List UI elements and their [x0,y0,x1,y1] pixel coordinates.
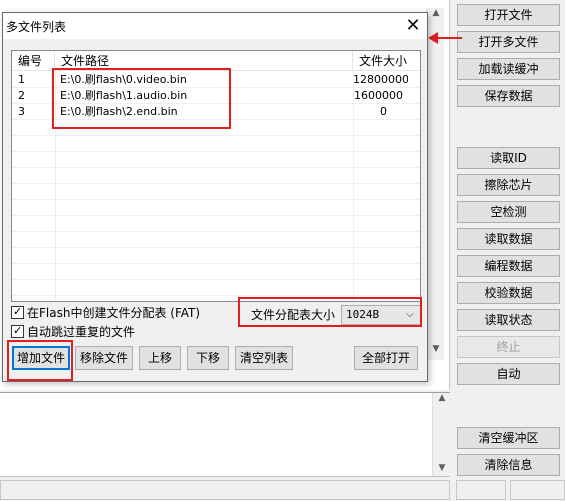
row-id: 3 [18,105,25,118]
annotation-arrow-icon [428,32,438,44]
row-id: 2 [18,89,25,102]
read-data-button[interactable]: 读取数据 [457,228,560,250]
scroll-down-icon[interactable]: ▼ [427,344,445,354]
fat-size-label: 文件分配表大小 [251,308,336,322]
row-size: 1600000 [354,89,403,102]
blank-check-button[interactable]: 空检测 [457,201,560,223]
read-status-button[interactable]: 读取状态 [457,309,560,331]
row-size: 0 [380,105,387,118]
table-row[interactable]: 1 E:\0.刷flash\0.video.bin 12800000 [12,72,420,88]
main-view-scrollbar[interactable]: ▲ ▼ [426,8,444,360]
table-row-empty [12,264,420,280]
move-down-button[interactable]: 下移 [187,346,229,370]
row-id: 1 [18,73,25,86]
table-row-empty [12,200,420,216]
open-all-button[interactable]: 全部打开 [354,346,418,370]
chevron-down-icon[interactable]: ⌵ [406,306,414,324]
checkbox-checked-icon[interactable] [11,303,24,321]
auto-button[interactable]: 自动 [457,363,560,385]
row-path: E:\0.刷flash\2.end.bin [60,105,178,118]
checkbox-checked-icon[interactable] [11,322,24,340]
table-row[interactable]: 2 E:\0.刷flash\1.audio.bin 1600000 [12,88,420,104]
program-data-button[interactable]: 编程数据 [457,255,560,277]
status-cell [510,480,565,500]
fat-size-select[interactable]: 1024B ⌵ [341,305,421,325]
fat-size-value: 1024B [346,308,380,321]
row-path: E:\0.刷flash\0.video.bin [60,73,187,86]
verify-data-button[interactable]: 校验数据 [457,282,560,304]
scroll-down-icon[interactable]: ▼ [433,463,451,473]
table-row-empty [12,184,420,200]
close-icon[interactable]: ✕ [401,14,425,38]
scroll-up-icon[interactable]: ▲ [427,8,445,18]
row-path: E:\0.刷flash\1.audio.bin [60,89,188,102]
skip-duplicates-label: 自动跳过重复的文件 [27,325,136,339]
clear-list-button[interactable]: 清空列表 [235,346,293,370]
table-row-empty [12,120,420,136]
erase-chip-button[interactable]: 擦除芯片 [457,174,560,196]
dialog-title: 多文件列表 [6,20,67,34]
scroll-up-icon[interactable]: ▲ [433,393,451,403]
save-data-button[interactable]: 保存数据 [457,85,560,107]
table-row-empty [12,232,420,248]
load-read-buffer-button[interactable]: 加载读缓冲 [457,58,560,80]
column-header-id[interactable]: 编号 [12,51,55,71]
add-file-button[interactable]: 增加文件 [12,346,70,370]
table-row-empty [12,248,420,264]
clear-buffer-button[interactable]: 清空缓冲区 [457,427,560,449]
open-multi-file-button[interactable]: 打开多文件 [457,31,560,53]
status-bar [0,480,450,500]
table-row-empty [12,280,420,296]
table-row[interactable]: 3 E:\0.刷flash\2.end.bin 0 [12,104,420,120]
multi-file-list-dialog: 多文件列表 ✕ 编号 文件路径 文件大小 1 E:\0.刷flash\0.vid… [2,12,428,382]
table-row-empty [12,152,420,168]
table-header: 编号 文件路径 文件大小 [12,51,420,71]
file-list-table[interactable]: 编号 文件路径 文件大小 1 E:\0.刷flash\0.video.bin 1… [11,50,421,302]
skip-duplicates-checkbox[interactable]: 自动跳过重复的文件 [11,322,136,341]
row-size: 12800000 [353,73,408,86]
open-file-button[interactable]: 打开文件 [457,4,560,26]
create-fat-label: 在Flash中创建文件分配表 (FAT) [27,306,201,320]
move-up-button[interactable]: 上移 [139,346,181,370]
dialog-titlebar[interactable]: 多文件列表 ✕ [3,13,427,39]
read-id-button[interactable]: 读取ID [457,147,560,169]
table-row-empty [12,136,420,152]
log-output-area [0,392,450,477]
column-header-size[interactable]: 文件大小 [353,51,420,71]
status-cell [456,480,506,500]
remove-file-button[interactable]: 移除文件 [75,346,133,370]
table-row-empty [12,168,420,184]
table-row-empty [12,216,420,232]
log-scrollbar[interactable]: ▲ ▼ [432,393,450,476]
create-fat-checkbox[interactable]: 在Flash中创建文件分配表 (FAT) [11,303,201,322]
column-header-path[interactable]: 文件路径 [55,51,353,71]
clear-info-button[interactable]: 清除信息 [457,454,560,476]
stop-button[interactable]: 终止 [457,336,560,358]
